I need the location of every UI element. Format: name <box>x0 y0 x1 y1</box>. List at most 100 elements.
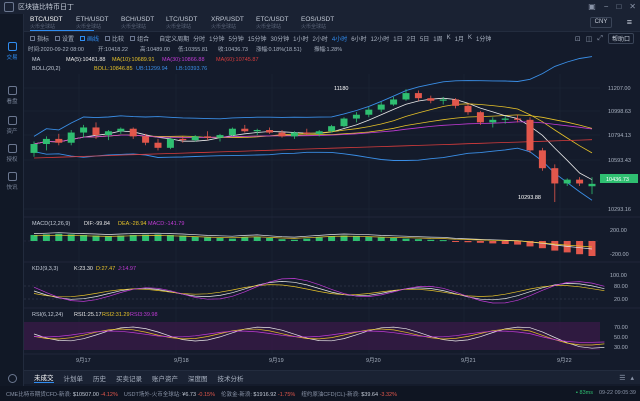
window-maximize-icon[interactable]: □ <box>616 2 621 11</box>
indicator-button[interactable]: 指标 <box>30 34 49 43</box>
boll-mid-value: BOLL:10846.85 <box>94 66 133 72</box>
tab-technical[interactable]: 技术分析 <box>218 373 244 383</box>
tab-depth[interactable]: 深度图 <box>188 373 208 383</box>
tf-15m[interactable]: 15分钟 <box>248 34 267 43</box>
candle-body <box>67 132 75 143</box>
ma30-value: MA(30):10866.88 <box>162 57 205 63</box>
tf-5m[interactable]: 5分钟 <box>228 34 243 43</box>
tab-plan-orders[interactable]: 计划单 <box>64 373 84 383</box>
current-price: 10436.73 <box>606 177 629 183</box>
sidebar-item-settings[interactable] <box>0 374 24 385</box>
date-label-2: 9月18 <box>174 357 189 364</box>
candle-body <box>104 131 112 136</box>
tf-2h[interactable]: 2小时 <box>313 34 328 43</box>
tf-5d[interactable]: 5日 <box>420 34 429 43</box>
ticker-gold[interactable]: 伦敦金-新浪: $1916.92 -1.75% <box>221 390 295 398</box>
tf-1d[interactable]: 1日 <box>393 34 402 43</box>
sidebar-item-assets[interactable]: 资产 <box>0 116 24 135</box>
tf-1min[interactable]: 1分钟 <box>476 34 491 43</box>
news-icon <box>7 172 17 181</box>
candle-body <box>42 138 50 144</box>
candle-body <box>303 132 311 134</box>
tf-30m[interactable]: 30分钟 <box>270 34 289 43</box>
candle-body <box>365 109 373 115</box>
menu-icon[interactable]: ≡ <box>627 17 632 27</box>
tab-history[interactable]: 历史 <box>93 373 106 383</box>
tf-1mo[interactable]: 1月 <box>455 34 464 43</box>
macd-bar <box>427 239 435 241</box>
candle-body <box>278 132 286 137</box>
compare-button[interactable]: 比较 <box>105 34 124 43</box>
currency-select[interactable]: CNY <box>590 17 612 28</box>
candle-body <box>117 128 125 132</box>
macd-bar <box>266 238 274 241</box>
tf-k2[interactable]: K <box>468 35 472 41</box>
help-button[interactable]: 帮助口 <box>607 33 634 44</box>
kdj-tick-3: 20.00 <box>614 297 628 303</box>
candle-body <box>216 135 224 138</box>
window-pin-icon[interactable]: ▣ <box>588 2 596 11</box>
combo-button[interactable]: 组合 <box>130 34 149 43</box>
macd-bar <box>241 237 249 241</box>
tf-timeshare[interactable]: 分时 <box>193 34 205 43</box>
status-bar: CME比特币期货CFD-新浪: $10507.00 -4.12% USDT场外-… <box>0 386 640 401</box>
window-minimize-icon[interactable]: − <box>604 2 609 11</box>
layout-icon[interactable]: ⊡ <box>575 35 581 43</box>
sidebar-item-auth[interactable]: 授权 <box>0 144 24 163</box>
screenshot-icon[interactable]: ◫ <box>586 35 593 43</box>
candle-body <box>30 144 38 153</box>
time-label: 时间:2020-09-22 08:00 <box>28 45 84 53</box>
candle-body <box>253 130 261 132</box>
tab-eos-usdt[interactable]: EOS/USDT 火币全球站 <box>301 16 365 31</box>
ma60-value: MA(60):10745.87 <box>216 57 259 63</box>
ticker-usdt[interactable]: USDT场外-火币全球站: ¥6.73 -0.15% <box>124 390 215 398</box>
candle-body <box>266 130 274 133</box>
candle-body <box>452 99 460 106</box>
sidebar: 交易 看盘 资产 授权 快讯 <box>0 14 24 401</box>
candle-body <box>191 136 199 141</box>
high-value: 高:10489.00 <box>140 45 170 53</box>
window-controls: ▣ − □ ✕ <box>588 2 636 11</box>
tab-open-orders[interactable]: 未成交 <box>34 372 54 383</box>
macd-value: MACD:-141.79 <box>148 221 184 227</box>
tf-1w[interactable]: 1周 <box>433 34 442 43</box>
tab-buy-sell-records[interactable]: 买卖记录 <box>116 373 142 383</box>
low-value: 低:10355.81 <box>178 45 208 53</box>
ma5-value: MA(5):10481.88 <box>66 57 105 63</box>
kdj-title: KDJ(9,3,3) <box>32 266 58 272</box>
candle-body <box>129 128 137 137</box>
price-tick-3: 10794.13 <box>608 133 631 139</box>
tab-account-assets[interactable]: 账户资产 <box>152 373 178 383</box>
macd-bar <box>365 236 373 241</box>
settings-button[interactable]: 设置 <box>55 34 74 43</box>
candle-body <box>328 126 336 132</box>
tf-6h[interactable]: 6小时 <box>351 34 366 43</box>
macd-bar <box>328 236 336 241</box>
chart-area[interactable]: 时间:2020-09-22 08:00 开:10418.22 高:10489.0… <box>24 44 640 366</box>
sidebar-item-news[interactable]: 快讯 <box>0 172 24 191</box>
list-icon[interactable]: ☰ <box>619 374 625 382</box>
sidebar-item-trade[interactable]: 交易 <box>0 42 24 61</box>
ticker-cme[interactable]: CME比特币期货CFD-新浪: $10507.00 -4.12% <box>6 390 118 398</box>
tf-4h[interactable]: 4小时 <box>332 34 347 43</box>
window-close-icon[interactable]: ✕ <box>629 2 636 11</box>
candle-body <box>228 128 236 136</box>
market-icon <box>7 86 17 95</box>
indicator-icon <box>30 35 35 41</box>
draw-button[interactable]: 画线 <box>80 34 99 43</box>
custom-period-button[interactable]: 自定义周期 <box>159 34 189 43</box>
date-label-3: 9月19 <box>269 357 284 364</box>
fullscreen-icon[interactable]: ⤢ <box>597 35 603 43</box>
tf-1m[interactable]: 1分钟 <box>209 34 224 43</box>
candle-body <box>55 138 63 143</box>
tf-k[interactable]: K <box>447 35 451 41</box>
sidebar-item-market[interactable]: 看盘 <box>0 86 24 105</box>
collapse-icon[interactable]: ▴ <box>630 374 634 382</box>
kline-chart[interactable]: 时间:2020-09-22 08:00 开:10418.22 高:10489.0… <box>24 44 640 366</box>
ticker-oil[interactable]: 纽约原油CFD(CL)-新浪: $39.64 -3.32% <box>301 390 397 398</box>
tf-2d[interactable]: 2日 <box>407 34 416 43</box>
macd-tick-1: 200.00 <box>610 228 627 234</box>
candle-body <box>563 179 571 184</box>
tf-1h[interactable]: 1小时 <box>293 34 308 43</box>
tf-12h[interactable]: 12小时 <box>371 34 390 43</box>
